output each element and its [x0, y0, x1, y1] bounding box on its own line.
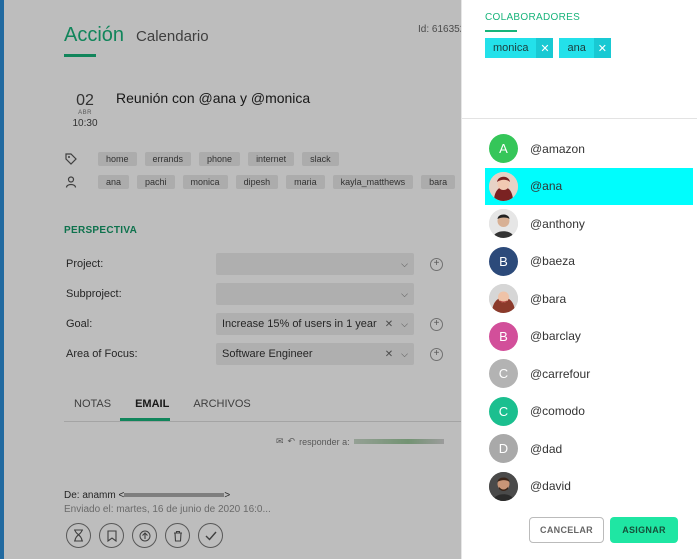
collaborator-item[interactable]: B @barclay [485, 318, 693, 356]
collaborator-item[interactable]: @bara [485, 280, 693, 318]
collaborator-name: @anthony [530, 216, 585, 231]
avatar: C [489, 396, 518, 426]
collaborator-item[interactable]: C @comodo [485, 393, 693, 431]
close-icon[interactable]: ✕ [593, 38, 611, 58]
collaborator-item[interactable]: A @amazon [485, 130, 693, 168]
collaborator-name: @barclay [530, 329, 581, 344]
collaborator-name: @ana [530, 179, 563, 194]
collaborator-name: @carrefour [530, 366, 591, 381]
avatar [489, 284, 518, 314]
collaborator-name: @dad [530, 441, 563, 456]
collaborator-name: @amazon [530, 141, 585, 156]
avatar: D [489, 434, 518, 464]
collaborator-name: @david [530, 479, 571, 494]
avatar [489, 209, 518, 239]
cancel-button[interactable]: CANCELAR [529, 517, 604, 543]
collaborator-item[interactable]: @anthony [485, 205, 693, 243]
collaborator-name: @comodo [530, 404, 585, 419]
avatar: B [489, 246, 518, 276]
collaborator-item[interactable]: B @baeza [485, 243, 693, 281]
collaborator-item[interactable]: @david [485, 468, 693, 506]
avatar: A [489, 134, 518, 164]
collaborator-item[interactable]: D @dad [485, 430, 693, 468]
panel-title: COLABORADORES [485, 12, 581, 23]
avatar [489, 171, 518, 201]
selected-chip-label: monica [493, 42, 529, 54]
selected-chip: ana ✕ [559, 38, 611, 58]
avatar: C [489, 359, 518, 389]
assign-button[interactable]: ASIGNAR [610, 517, 678, 543]
avatar: B [489, 321, 518, 351]
collaborator-item[interactable]: C @carrefour [485, 355, 693, 393]
collaborators-panel: COLABORADORES monica ✕ ana ✕ A @amazon @… [461, 0, 697, 559]
modal-backdrop[interactable] [0, 0, 461, 559]
selected-collaborators: monica ✕ ana ✕ [485, 38, 611, 58]
selected-chip: monica ✕ [485, 38, 554, 58]
collaborator-item-selected[interactable]: @ana [485, 167, 693, 205]
panel-title-underline [485, 30, 517, 32]
avatar [489, 471, 518, 501]
selected-chip-label: ana [567, 42, 586, 54]
collaborator-list: A @amazon @ana @anthony B @baeza @bara B… [485, 130, 693, 505]
panel-divider [462, 118, 697, 119]
close-icon[interactable]: ✕ [536, 38, 554, 58]
collaborator-name: @bara [530, 291, 567, 306]
panel-buttons: CANCELAR ASIGNAR [529, 517, 678, 543]
collaborator-name: @baeza [530, 254, 575, 269]
